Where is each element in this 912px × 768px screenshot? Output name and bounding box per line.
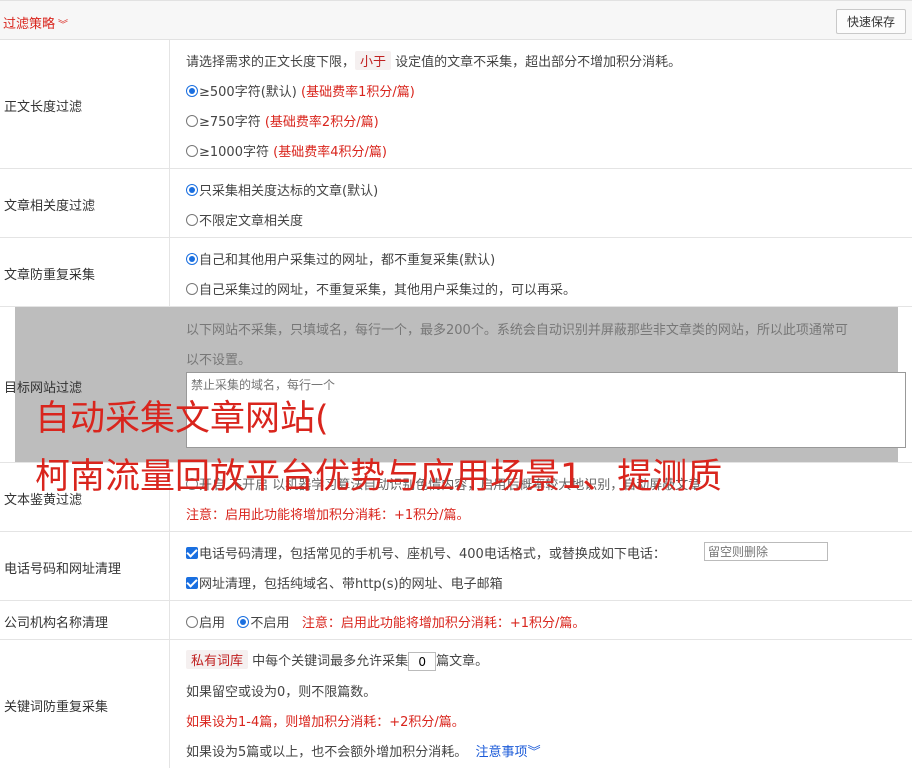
length-option-750[interactable]: ≥750字符 (基础费率2积分/篇) [186,111,379,130]
checkbox-icon[interactable] [186,547,198,559]
keyword-dedup-line3: 如果设为1-4篇，则增加积分消耗：+2积分/篇。 [186,715,465,730]
length-option-500[interactable]: ≥500字符(默认) (基础费率1积分/篇) [186,81,415,100]
org-clean-options[interactable]: 启用 不启用 注意：启用此功能将增加积分消耗：+1积分/篇。 [186,612,585,631]
radio-icon[interactable] [186,214,198,226]
length-filter-row: 正文长度过滤 请选择需求的正文长度下限， 小于 设定值的文章不采集，超出部分不增加… [0,40,912,169]
keyword-dedup-line2: 如果留空或设为0，则不限篇数。 [186,685,377,700]
checkbox-icon[interactable] [186,577,198,589]
private-lexicon-tag[interactable]: 私有词库 [186,650,249,669]
radio-icon[interactable] [237,616,250,628]
target-site-desc-2: 以不设置。 [186,353,252,368]
radio-icon[interactable] [186,85,198,97]
org-clean-notice: 注意：启用此功能将增加积分消耗：+1积分/篇。 [301,616,586,631]
org-clean-label: 公司机构名称清理 [4,616,109,631]
article-count-input[interactable] [408,652,437,671]
replacement-phone-input[interactable] [704,542,828,561]
radio-icon[interactable] [186,115,198,127]
radio-icon[interactable] [186,253,198,265]
length-filter-label: 正文长度过滤 [4,100,83,115]
org-clean-row: 公司机构名称清理 启用 不启用 注意：启用此功能将增加积分消耗：+1积分/篇。 [0,601,912,640]
keyword-dedup-row: 关键词防重复采集 私有词库 中每个关键词最多允许采集篇文章。 如果留空或设为0，… [0,640,912,768]
chevron-down-icon: ︾ [58,20,69,31]
radio-icon[interactable] [186,184,198,196]
relevance-option-any[interactable]: 不限定文章相关度 [186,210,303,229]
watermark-line-1: 自动采集文章网站( [35,399,329,439]
radio-icon[interactable] [186,145,198,157]
dedup-label: 文章防重复采集 [4,268,96,283]
phone-clean-label: 电话号码和网址清理 [4,562,122,577]
radio-icon[interactable] [186,616,198,628]
relevance-label: 文章相关度过滤 [4,199,96,214]
watermark-line-2: 柯南流量回放平台优势与应用场景1、提测质 [35,457,723,497]
target-site-desc-1: 以下网站不采集，只填域名，每行一个，最多200个。系统会自动识别并屏蔽那些非文章… [186,323,848,338]
relevance-row: 文章相关度过滤 只采集相关度达标的文章(默认) 不限定文章相关度 [0,169,912,238]
length-option-1000[interactable]: ≥1000字符 (基础费率4积分/篇) [186,141,387,160]
phone-clean-row: 电话号码和网址清理 电话号码清理，包括常见的手机号、座机号、400电话格式，或替… [0,532,912,601]
dedup-row: 文章防重复采集 自己和其他用户采集过的网址，都不重复采集(默认) 自己采集过的网… [0,238,912,307]
keyword-dedup-label: 关键词防重复采集 [4,700,109,715]
less-than-tag: 小于 [355,51,392,70]
dedup-option-self[interactable]: 自己采集过的网址，不重复采集，其他用户采集过的，可以再采。 [186,279,576,298]
filter-strategy-header: 过滤策略 ︾ 快速保存 [0,0,912,40]
dedup-option-all[interactable]: 自己和其他用户采集过的网址，都不重复采集(默认) [186,249,495,268]
length-filter-desc: 请选择需求的正文长度下限， 小于 设定值的文章不采集，超出部分不增加积分消耗。 [186,51,681,70]
phone-clean-option[interactable]: 电话号码清理，包括常见的手机号、座机号、400电话格式，或替换成如下电话： [186,543,666,562]
section-title[interactable]: 过滤策略 ︾ [3,13,68,32]
radio-icon[interactable] [186,283,198,295]
chevron-down-icon: ︾ [527,745,541,760]
quick-save-button[interactable]: 快速保存 [836,9,906,34]
keyword-dedup-line4: 如果设为5篇或以上，也不会额外增加积分消耗。 注意事项︾ [186,745,541,760]
keyword-dedup-line1: 私有词库 中每个关键词最多允许采集篇文章。 [186,650,488,671]
porn-filter-notice: 注意：启用此功能将增加积分消耗：+1积分/篇。 [186,508,470,523]
notes-link[interactable]: 注意事项︾ [476,745,541,760]
relevance-option-qualified[interactable]: 只采集相关度达标的文章(默认) [186,180,378,199]
url-clean-option[interactable]: 网址清理，包括纯域名、带http(s)的网址、电子邮箱 [186,573,503,592]
